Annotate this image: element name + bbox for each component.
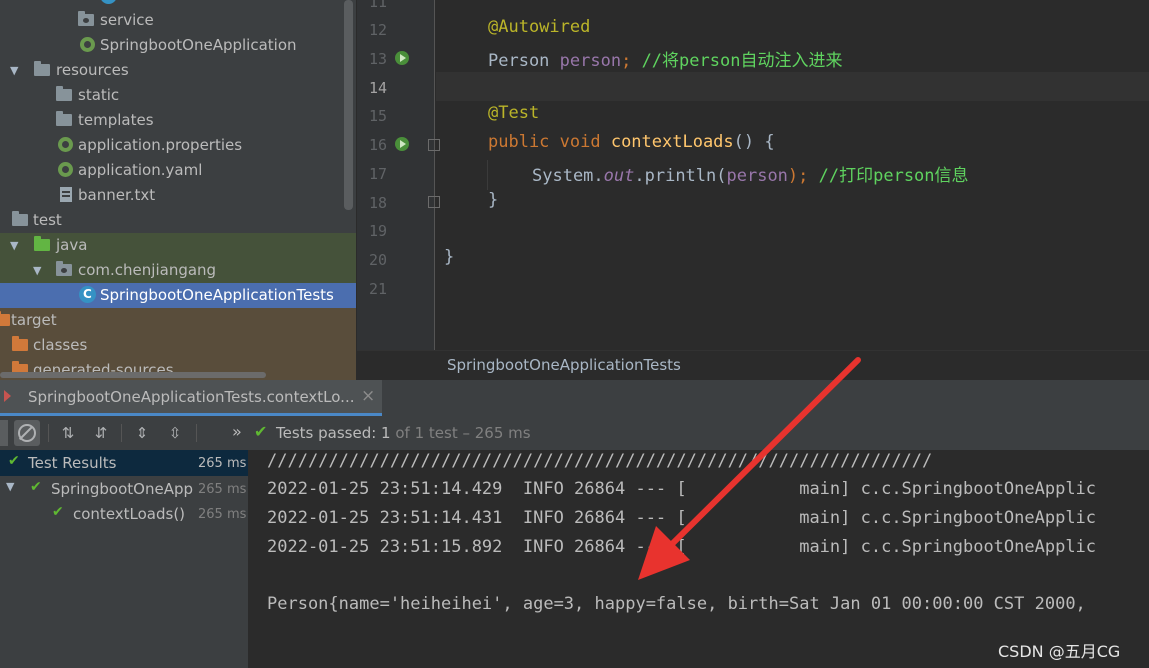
watermark: CSDN @五月CG — [998, 642, 1121, 661]
annotation-arrow-shaft — [665, 357, 861, 551]
annotation-arrow — [638, 357, 861, 580]
